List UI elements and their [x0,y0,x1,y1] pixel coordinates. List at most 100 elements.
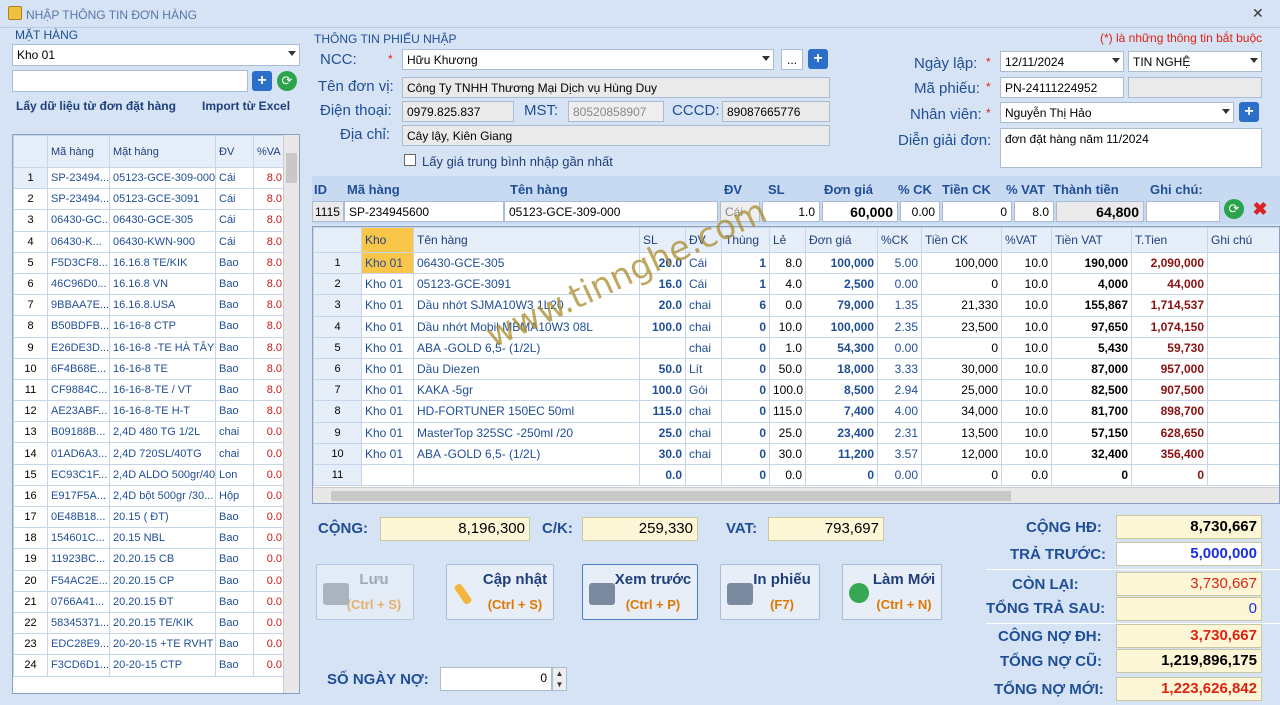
refresh-icon[interactable]: ⟳ [277,71,297,91]
supplier-select[interactable]: Hữu Khương [402,49,774,70]
list-item[interactable]: 6 46C96D0... 16.16.8 VN Bao 8.0 [13,272,286,296]
table-row[interactable]: 8 Kho 01 HD-FORTUNER 150EC 50ml 115.0 chai 0 1… [313,400,1279,423]
entry-vat-field[interactable]: 8.0 [1014,201,1054,222]
preview-button[interactable]: Xem trước (Ctrl + P) [582,564,698,620]
avg-price-checkbox[interactable] [404,154,416,166]
grid-header-price[interactable]: Đơn giá [805,227,878,253]
col-header-unit[interactable]: ĐV [215,135,254,168]
code-field[interactable]: PN-24111224952 [1000,77,1124,98]
code-extra-field[interactable] [1128,77,1262,98]
list-item[interactable]: 11 CF9884C... 16-16-8-TE / VT Bao 8.0 [13,378,286,402]
qty [639,336,686,359]
add-staff-icon[interactable]: + [1239,102,1259,122]
list-item[interactable]: 3 06430-GC... 06430-GCE-305 Cái 8.0 [13,209,286,232]
print-button[interactable]: In phiếu (F7) [720,564,820,620]
list-item[interactable]: 2 SP-23494... 05123-GCE-3091 Cái 8.0 [13,188,286,211]
list-item[interactable]: 9 E26DE3D... 16-16-8 -TE HÀ TÂY Bao 8.0 [13,336,286,359]
list-item[interactable]: 7 9BBAA7E... 16.16.8.USA Bao 8.0 [13,294,286,317]
items-list[interactable]: Mã hàng Mặt hàng ĐV %VA 1 SP-23494... 0512… [12,134,300,694]
list-item[interactable]: 14 01AD6A3... 2,4D 720SL/40TG chai 0.0 [13,442,286,465]
table-row[interactable]: 2 Kho 01 05123-GCE-3091 16.0 Cái 1 4.0 2,500 0.0… [313,273,1279,296]
list-item[interactable]: 5 F5D3CF8... 16.16.8 TE/KIK Bao 8.0 [13,251,286,274]
grid-header-vat[interactable]: %VAT [1001,227,1052,253]
unit-name-field[interactable]: Công Ty TNHH Thương Mại Dịch vụ Hùng Duy [402,77,830,98]
list-item[interactable]: 23 EDC28E9... 20-20-15 +TE RVHT Bao 0.0 [13,633,286,656]
list-item[interactable]: 10 6F4B68E... 16-16-8 TE Bao 8.0 [13,357,286,380]
list-item[interactable]: 22 58345371... 20.20.15 TE/KIK Bao 0.0 [13,611,286,635]
delete-entry-icon[interactable]: ✖ [1250,199,1270,219]
grid-header-vat-amount[interactable]: Tiền VAT [1051,227,1132,253]
order-grid[interactable]: Kho Tên hàng SL ĐV Thùng Lẻ Đơn giá %CK … [312,226,1280,504]
grid-header-note[interactable]: Ghi chú [1207,227,1279,253]
table-row[interactable]: 9 Kho 01 MasterTop 325SC -250ml /20 25.0 cha… [313,421,1279,444]
item-search-input[interactable] [12,70,248,92]
prepaid-input[interactable]: 5,000,000 [1116,542,1262,566]
table-row[interactable]: 10 Kho 01 ABA -GOLD 6,5- (1/2L) 30.0 chai 0 30… [313,442,1279,465]
table-row[interactable]: 5 Kho 01 ABA -GOLD 6,5- (1/2L) chai 0 1.0 54,3… [313,336,1279,359]
grid-horizontal-scrollbar[interactable] [313,487,1279,503]
grid-header-name[interactable]: Tên hàng [413,227,640,253]
import-excel-button[interactable]: Import từ Excel [202,99,290,113]
grid-header-total[interactable]: T.Tien [1131,227,1208,253]
load-from-order-button[interactable]: Lấy dữ liệu từ đơn đặt hàng [16,99,176,113]
list-item[interactable]: 4 06430-K... 06430-KWN-900 Cái 8.0 [13,230,286,253]
warehouse-select[interactable]: Kho 01 [12,44,300,66]
add-item-icon[interactable]: + [252,71,272,91]
scrollbar-thumb[interactable] [331,491,1011,501]
table-row[interactable]: 3 Kho 01 Dầu nhớt SJMA10W3 1L20 20.0 chai 6 0.… [313,294,1279,317]
address-field[interactable]: Cây lậy, Kiên Giang [402,125,830,146]
save-button[interactable]: Lưu (Ctrl + S) [316,564,414,620]
table-row[interactable]: 1 Kho 01 06430-GCE-305 20.0 Cái 1 8.0 100,000 5.… [313,251,1279,275]
entry-total-field[interactable]: 64,800 [1056,201,1144,222]
list-item[interactable]: 18 154601C... 20.15 NBL Bao 0.0 [13,527,286,550]
grid-header-pck[interactable]: %CK [877,227,922,253]
col-header-code[interactable]: Mã hàng [47,135,110,168]
list-item[interactable]: 12 AE23ABF... 16-16-8-TE H-T Bao 8.0 [13,400,286,423]
update-button[interactable]: Cập nhật (Ctrl + S) [446,564,554,620]
list-item[interactable]: 15 EC93C1F... 2,4D ALDO 500gr/40 Lon 0.0 [13,463,286,486]
list-item[interactable]: 1 SP-23494... 05123-GCE-309-000 Cái 8.0 [13,166,286,190]
entry-note-field[interactable] [1146,201,1220,222]
col-header-item[interactable]: Mặt hàng [109,135,216,168]
phone-field[interactable]: 0979.825.837 [402,101,514,122]
item-code: 0766A41... [47,590,110,613]
table-row[interactable]: 7 Kho 01 KAKA -5gr 100.0 Gói 0 100.0 8,500 2.94 2… [313,379,1279,402]
entry-id-field[interactable]: 1115 [312,201,344,222]
refresh-entry-icon[interactable]: ⟳ [1224,199,1244,219]
company-select[interactable]: TIN NGHỆ [1128,51,1262,72]
scrollbar-thumb[interactable] [286,153,297,183]
mst-field[interactable]: 80520858907 [568,101,664,122]
staff-select[interactable]: Nguyễn Thị Hảo [1000,102,1234,123]
more-button[interactable]: ... [781,49,803,70]
add-supplier-icon[interactable]: + [808,49,828,69]
list-item[interactable]: 24 F3CD6D1... 20-20-15 CTP Bao 0.0 [13,654,286,677]
list-item[interactable]: 17 0E48B18... 20.15 ( ĐT) Bao 0.0 [13,505,286,529]
entry-price-field[interactable]: 60,000 [822,201,898,222]
close-icon[interactable]: ✕ [1252,5,1264,22]
list-item[interactable]: 19 11923BC... 20.20.15 CB Bao 0.0 [13,548,286,571]
list-item[interactable]: 8 B50BDFB... 16-16-8 CTP Bao 8.0 [13,315,286,338]
date-picker[interactable]: 12/11/2024 [1000,51,1124,72]
cccd-field[interactable]: 89087665776 [722,101,830,122]
debt-days-stepper[interactable]: ▲ ▼ [552,667,567,691]
entry-ck-field[interactable]: 0 [942,201,1012,222]
list-item[interactable]: 16 E917F5A... 2,4D bột 500gr /30... Hộp 0.0 [13,484,286,508]
note-textarea[interactable]: đơn đặt hàng năm 11/2024 [1000,128,1262,168]
debt-days-input[interactable]: 0 [440,667,552,691]
grid-header-ck[interactable]: Tiền CK [921,227,1002,253]
entry-name-field[interactable]: 05123-GCE-309-000 [504,201,718,222]
col-header-vat[interactable]: %VA [253,135,286,168]
grid-header-kho[interactable]: Kho [361,227,414,253]
list-item[interactable]: 21 0766A41... 20.20.15 ĐT Bao 0.0 [13,590,286,613]
items-list-scrollbar[interactable] [283,135,299,693]
entry-qty-field[interactable]: 1.0 [762,201,820,222]
list-item[interactable]: 20 F54AC2E... 20.20.15 CP Bao 0.0 [13,569,286,592]
grid-header-loose[interactable]: Lẻ [769,227,806,253]
table-row[interactable]: 11 0.0 0 0.0 0 0.00 0 0.0 0 0 [313,463,1279,487]
entry-code-field[interactable]: SP-234945600 [344,201,504,222]
list-item[interactable]: 13 B09188B... 2,4D 480 TG 1/2L chai 0.0 [13,421,286,444]
new-button[interactable]: Làm Mới (Ctrl + N) [842,564,942,620]
table-row[interactable]: 6 Kho 01 Dầu Diezen 50.0 Lít 0 50.0 18,000 3.33 3… [313,357,1279,381]
table-row[interactable]: 4 Kho 01 Dầu nhớt Mobil MBMA10W3 08L 100.0 c… [313,315,1279,338]
entry-pck-field[interactable]: 0.00 [900,201,940,222]
